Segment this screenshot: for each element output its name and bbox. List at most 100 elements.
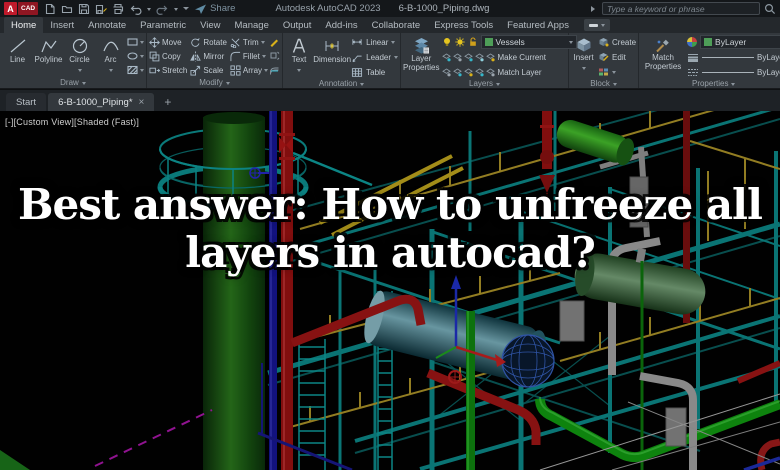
circle-button[interactable]: Circle — [64, 35, 95, 74]
layer-color-swatch — [485, 38, 493, 46]
ribbon-tab-home[interactable]: Home — [4, 17, 43, 33]
line-label: Line — [10, 56, 25, 65]
block-attributes-button[interactable] — [598, 65, 636, 79]
layer-freeze-sun-icon[interactable] — [455, 37, 465, 47]
text-button[interactable]: Text — [285, 35, 313, 74]
ribbon-tab-parametric[interactable]: Parametric — [133, 17, 193, 33]
properties-panel-label[interactable]: Properties — [641, 79, 780, 88]
panel-layers: Layer Properties Vessels — [401, 33, 569, 88]
edit-block-button[interactable]: Edit — [598, 50, 636, 64]
file-tab-bar: Start 6-B-1000_Piping* × + — [0, 89, 780, 111]
move-button[interactable]: Move — [149, 37, 187, 48]
open-file-button[interactable] — [61, 3, 73, 15]
lineweight-icon — [687, 53, 699, 62]
ribbon-tab-annotate[interactable]: Annotate — [81, 17, 133, 33]
layers-panel-label[interactable]: Layers — [403, 79, 566, 88]
undo-icon — [129, 3, 142, 15]
overlay-title-line2: layers in autocad? — [0, 229, 780, 277]
stretch-icon — [149, 65, 160, 76]
erase-button[interactable] — [269, 37, 280, 47]
ribbon-tab-insert[interactable]: Insert — [43, 17, 81, 33]
scale-button[interactable]: Scale — [190, 65, 227, 76]
explode-button[interactable] — [269, 51, 280, 61]
table-button[interactable]: Table — [351, 65, 398, 79]
ribbon-tab-collaborate[interactable]: Collaborate — [365, 17, 428, 33]
document-tab-label: 6-B-1000_Piping* — [58, 97, 132, 108]
polyline-label: Polyline — [34, 56, 62, 65]
app-logo[interactable]: A CAD — [4, 2, 38, 15]
dimension-button[interactable]: Dimension — [313, 35, 351, 65]
drawing-viewport[interactable]: [-][Custom View][Shaded (Fast)] Best ans… — [0, 111, 780, 470]
text-icon — [291, 37, 307, 55]
viewport-controls[interactable]: [-][Custom View][Shaded (Fast)] — [5, 117, 139, 127]
search-icon[interactable] — [764, 3, 776, 15]
document-tab[interactable]: 6-B-1000_Piping* × — [48, 93, 154, 111]
ribbon-display-toggle[interactable] — [584, 19, 610, 31]
app-title: Autodesk AutoCAD 2023 — [275, 3, 380, 14]
draw-panel-label[interactable]: Draw — [2, 77, 144, 88]
match-properties-label: Match Properties — [641, 54, 685, 71]
save-as-button[interactable] — [95, 3, 107, 15]
fillet-button[interactable]: Fillet — [230, 51, 268, 62]
block-panel-label[interactable]: Block — [571, 79, 636, 88]
make-current-button[interactable]: Make Current — [442, 50, 577, 64]
explode-icon — [269, 51, 280, 61]
qat-customize-button[interactable] — [183, 7, 189, 13]
share-button[interactable]: Share — [194, 3, 235, 15]
mirror-button[interactable]: Mirror — [190, 51, 227, 62]
text-label: Text — [292, 56, 307, 65]
object-color-control[interactable]: ByLayer — [687, 35, 780, 49]
ribbon-tab-express-tools[interactable]: Express Tools — [427, 17, 500, 33]
modify-panel-label[interactable]: Modify — [149, 77, 280, 88]
insert-block-icon — [576, 37, 592, 53]
linear-button[interactable]: Linear — [351, 35, 398, 49]
chevron-right-icon[interactable] — [591, 6, 598, 12]
plot-button[interactable] — [112, 3, 124, 15]
array-button[interactable]: Array — [230, 65, 268, 76]
rotate-button[interactable]: Rotate — [190, 37, 227, 48]
polyline-button[interactable]: Polyline — [33, 35, 64, 65]
keyword-search-input[interactable] — [602, 2, 760, 15]
match-layer-button[interactable]: Match Layer — [442, 65, 577, 79]
insert-block-button[interactable]: Insert — [571, 35, 596, 72]
start-tab[interactable]: Start — [6, 93, 46, 111]
ellipse-button[interactable] — [127, 51, 144, 61]
hatch-button[interactable] — [127, 65, 144, 75]
new-file-button[interactable] — [44, 3, 56, 15]
layer-properties-button[interactable]: Layer Properties — [403, 35, 439, 72]
save-button[interactable] — [78, 3, 90, 15]
create-block-button[interactable]: Create — [598, 35, 636, 49]
undo-dropdown-icon[interactable] — [147, 8, 151, 13]
undo-button[interactable] — [129, 3, 142, 15]
ribbon-tab-view[interactable]: View — [193, 17, 227, 33]
ribbon-tab-manage[interactable]: Manage — [228, 17, 276, 33]
overlay-title-line1: Best answer: How to unfreeze all — [0, 181, 780, 229]
redo-button[interactable] — [156, 3, 169, 15]
share-plane-icon — [194, 3, 207, 15]
rectangle-button[interactable] — [127, 37, 144, 47]
redo-dropdown-icon[interactable] — [174, 8, 178, 13]
stretch-button[interactable]: Stretch — [149, 65, 187, 76]
ribbon-tab-add-ins[interactable]: Add-ins — [318, 17, 364, 33]
layer-unlock-icon[interactable] — [468, 37, 478, 47]
layer-dropdown[interactable]: Vessels — [481, 35, 577, 49]
lineweight-control[interactable]: ByLayer — [687, 50, 780, 64]
ribbon-tab-output[interactable]: Output — [276, 17, 319, 33]
hatch-icon — [127, 65, 138, 75]
annotation-panel-label[interactable]: Annotation — [285, 79, 398, 88]
arc-button[interactable]: Arc — [95, 35, 126, 74]
overlay-title: Best answer: How to unfreeze all layers … — [0, 181, 780, 277]
match-properties-button[interactable]: Match Properties — [641, 35, 685, 71]
leader-button[interactable]: Leader — [351, 50, 398, 64]
new-tab-button[interactable]: + — [156, 93, 179, 111]
circle-dropdown-icon[interactable] — [78, 69, 82, 74]
arc-dropdown-icon[interactable] — [109, 69, 113, 74]
linetype-control[interactable]: ByLayer — [687, 65, 780, 79]
trim-button[interactable]: Trim — [230, 37, 268, 48]
close-tab-icon[interactable]: × — [139, 97, 145, 108]
line-button[interactable]: Line — [2, 35, 33, 65]
ribbon-tab-featured-apps[interactable]: Featured Apps — [500, 17, 576, 33]
offset-button[interactable] — [269, 65, 280, 75]
copy-button[interactable]: Copy — [149, 51, 187, 62]
layer-on-bulb-icon[interactable] — [442, 37, 452, 47]
